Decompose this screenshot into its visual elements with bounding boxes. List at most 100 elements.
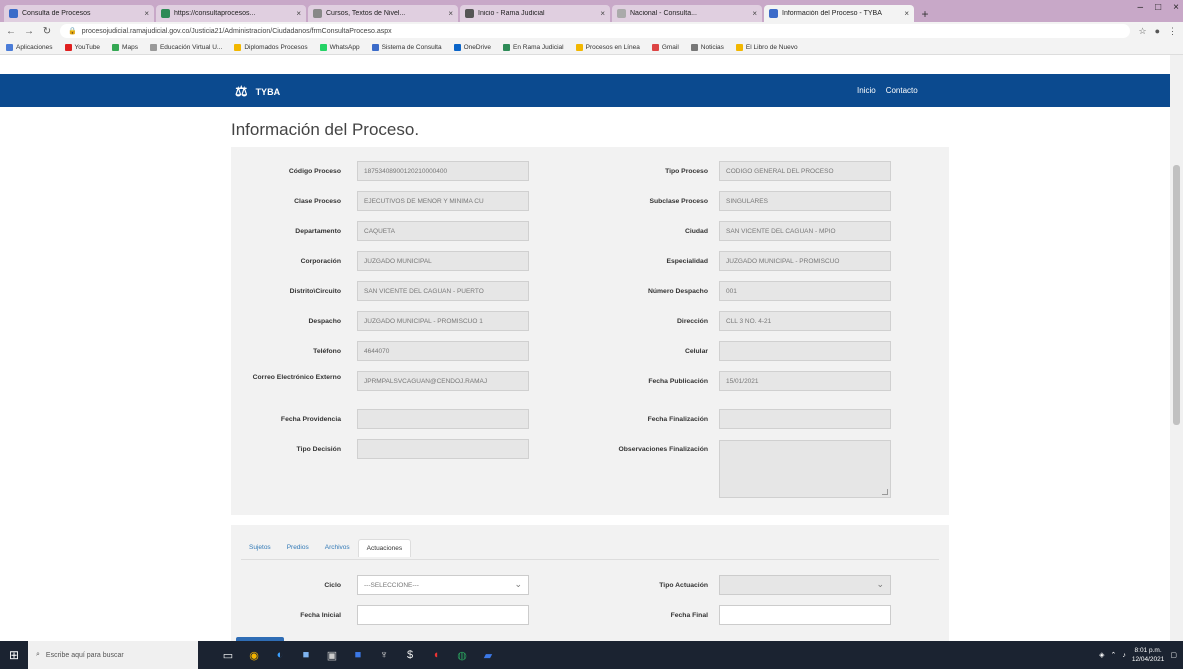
fecha-final-input[interactable] [719, 605, 891, 625]
tab-favicon-icon [313, 9, 322, 18]
close-icon[interactable]: × [296, 9, 301, 18]
form-row: Correo Electrónico Externo JPRMPALSVCAGU… [231, 371, 949, 393]
tipo-proceso-field[interactable]: CODIGO GENERAL DEL PROCESO [719, 161, 891, 181]
taskbar-search-input[interactable]: ⌕ Escribe aquí para buscar [28, 641, 198, 669]
ciudad-field[interactable]: SAN VICENTE DEL CAGUAN - MPIO [719, 221, 891, 241]
tab-sujetos[interactable]: Sujetos [241, 539, 279, 557]
reload-icon[interactable]: ↻ [42, 26, 52, 37]
bookmark-item[interactable]: Aplicaciones [6, 43, 53, 51]
store-icon[interactable]: ▣ [324, 647, 340, 663]
close-icon[interactable]: × [904, 9, 909, 18]
ciclo-select[interactable]: ---SELECCIONE--- [357, 575, 529, 595]
browser-tab[interactable]: Inicio - Rama Judicial × [460, 5, 610, 22]
chrome-icon[interactable]: ◉ [246, 647, 262, 663]
close-icon[interactable]: × [752, 9, 757, 18]
tab-actuaciones[interactable]: Actuaciones [357, 539, 412, 557]
forward-icon[interactable]: → [24, 26, 34, 37]
minimize-icon[interactable]: – [1138, 2, 1144, 13]
nav-contacto-link[interactable]: Contacto [886, 86, 918, 95]
bookmark-item[interactable]: Gmail [651, 43, 679, 51]
close-icon[interactable]: × [448, 9, 453, 18]
folder-icon[interactable]: ▰ [480, 647, 496, 663]
close-icon[interactable]: × [600, 9, 605, 18]
field-label: Teléfono [313, 348, 341, 355]
browser-tab[interactable]: https://consultaprocesos... × [156, 5, 306, 22]
browser-tab[interactable]: Nacional - Consulta... × [612, 5, 762, 22]
edge-icon[interactable]: ◐ [272, 647, 288, 663]
search-icon: ⌕ [36, 651, 40, 658]
whatsapp-icon[interactable]: ◍ [454, 647, 470, 663]
task-view-icon[interactable]: ▭ [220, 647, 236, 663]
fecha-providencia-field[interactable] [357, 409, 529, 429]
clase-proceso-field[interactable]: EJECUTIVOS DE MENOR Y MINIMA CU [357, 191, 529, 211]
dollar-icon[interactable]: $ [402, 647, 418, 663]
especialidad-field[interactable]: JUZGADO MUNICIPAL - PROMISCUO [719, 251, 891, 271]
bookmark-item[interactable]: Sistema de Consulta [371, 43, 442, 51]
browser-tab[interactable]: Cursos, Textos de Nivel... × [308, 5, 458, 22]
bookmark-item[interactable]: YouTube [64, 43, 100, 51]
onedrive-icon [453, 43, 461, 51]
telefono-field[interactable]: 4644070 [357, 341, 529, 361]
taskbar-clock[interactable]: 8:01 p.m. 12/04/2021 [1132, 646, 1165, 664]
page-scrollbar[interactable] [1170, 55, 1183, 641]
browser-tab-active[interactable]: Información del Proceso - TYBA × [764, 5, 914, 22]
observaciones-finalizacion-textarea[interactable] [719, 440, 891, 498]
profile-icon[interactable]: ● [1155, 26, 1160, 37]
network-icon[interactable]: ◈ [1099, 651, 1104, 659]
window-controls: – □ × [1138, 2, 1179, 13]
bookmark-item[interactable]: Procesos en Línea [575, 43, 640, 51]
notifications-icon[interactable]: ▢ [1170, 651, 1177, 659]
form-row: Distrito\Circuito SAN VICENTE DEL CAGUAN… [231, 281, 949, 303]
back-icon[interactable]: ← [6, 26, 16, 37]
bookmark-item[interactable]: En Rama Judicial [503, 43, 564, 51]
chevron-up-icon[interactable]: ⌃ [1110, 651, 1116, 659]
app-icon[interactable]: ♆ [376, 647, 392, 663]
mail-icon[interactable]: ■ [298, 647, 314, 663]
codigo-proceso-field[interactable]: 18753408900120210000400 [357, 161, 529, 181]
folder-icon [735, 43, 743, 51]
menu-icon[interactable]: ⋮ [1168, 26, 1177, 37]
bookmark-item[interactable]: Noticias [690, 43, 724, 51]
bookmark-item[interactable]: Maps [112, 43, 138, 51]
whatsapp-icon [319, 43, 327, 51]
word-icon[interactable]: ■ [350, 647, 366, 663]
fecha-finalizacion-field[interactable] [719, 409, 891, 429]
gmail-icon [651, 43, 659, 51]
numero-despacho-field[interactable]: 001 [719, 281, 891, 301]
new-tab-icon[interactable]: + [916, 5, 934, 22]
bookmark-item[interactable]: OneDrive [453, 43, 491, 51]
celular-field[interactable] [719, 341, 891, 361]
direccion-field[interactable]: CLL 3 NO. 4-21 [719, 311, 891, 331]
bookmark-item[interactable]: WhatsApp [319, 43, 360, 51]
url-input[interactable]: 🔒 procesojudicial.ramajudicial.gov.co/Jus… [60, 24, 1131, 38]
star-icon[interactable]: ☆ [1138, 26, 1146, 37]
tab-predios[interactable]: Predios [279, 539, 317, 557]
fecha-publicacion-field[interactable]: 15/01/2021 [719, 371, 891, 391]
maximize-icon[interactable]: □ [1155, 2, 1161, 13]
bookmark-item[interactable]: Educación Virtual U... [149, 43, 222, 51]
close-icon[interactable]: × [144, 9, 149, 18]
corporacion-field[interactable]: JUZGADO MUNICIPAL [357, 251, 529, 271]
bookmark-item[interactable]: Diplomados Procesos [234, 43, 308, 51]
distrito-circuito-field[interactable]: SAN VICENTE DEL CAGUAN - PUERTO [357, 281, 529, 301]
nav-inicio-link[interactable]: Inicio [857, 86, 876, 95]
scrollbar-thumb[interactable] [1173, 165, 1180, 425]
browser-tab[interactable]: Consulta de Procesos × [4, 5, 154, 22]
despacho-field[interactable]: JUZGADO MUNICIPAL - PROMISCUO 1 [357, 311, 529, 331]
bookmark-item[interactable]: El Libro de Nuevo [735, 43, 798, 51]
close-window-icon[interactable]: × [1173, 2, 1179, 13]
tipo-actuacion-select[interactable] [719, 575, 891, 595]
field-label: Dirección [677, 318, 708, 325]
windows-start-icon[interactable]: ⊞ [0, 641, 28, 669]
tipo-decision-field[interactable] [357, 439, 529, 459]
subclase-proceso-field[interactable]: SINGULARES [719, 191, 891, 211]
fecha-inicial-input[interactable] [357, 605, 529, 625]
pdf-icon[interactable]: ◖ [428, 647, 444, 663]
volume-icon[interactable]: ♪ [1122, 652, 1126, 659]
field-label: Despacho [308, 318, 341, 325]
tab-archivos[interactable]: Archivos [317, 539, 358, 557]
departamento-field[interactable]: CAQUETA [357, 221, 529, 241]
form-row: Teléfono 4644070 Celular [231, 341, 949, 363]
brand-logo[interactable]: ⚖ TYBA [235, 83, 280, 100]
correo-electronico-field[interactable]: JPRMPALSVCAGUAN@CENDOJ.RAMAJ [357, 371, 529, 391]
